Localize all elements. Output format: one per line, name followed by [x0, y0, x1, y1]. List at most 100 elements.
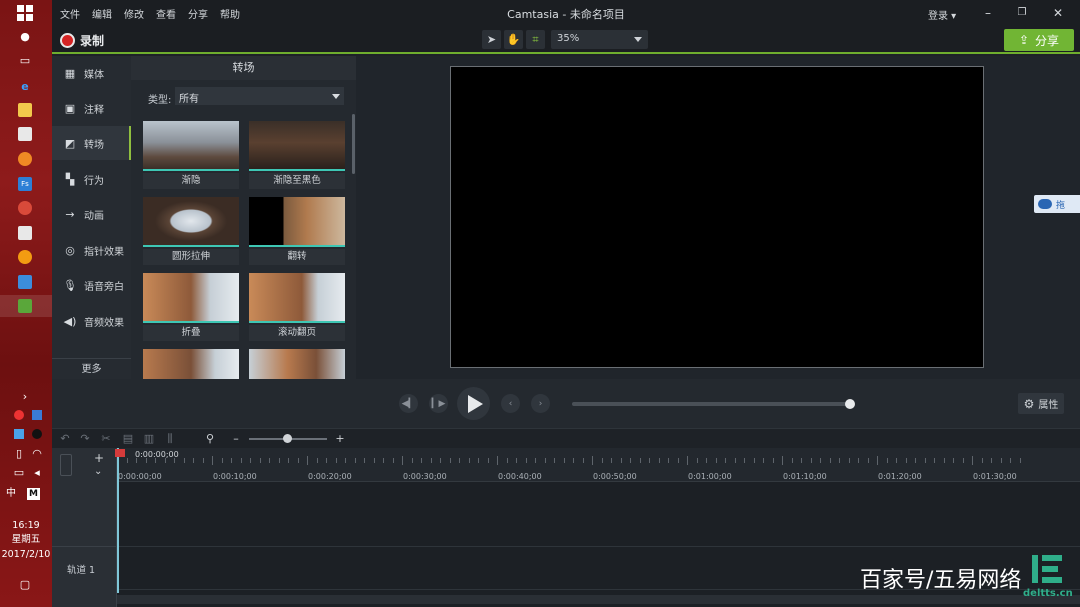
preview-canvas[interactable] [450, 66, 984, 368]
more-button[interactable]: 更多 [52, 358, 131, 379]
clock-time[interactable]: 16:19 [0, 519, 52, 532]
ime-indicator[interactable]: 中 [0, 487, 52, 500]
undo-icon[interactable]: ↶ [58, 432, 72, 446]
track-height-slider[interactable] [60, 454, 72, 476]
zoom-select[interactable]: 35% [551, 30, 648, 49]
transition-flip[interactable]: 翻转 [249, 197, 345, 267]
split-icon[interactable]: ⫼ [163, 432, 177, 446]
transition-item-partial[interactable] [143, 349, 239, 379]
transition-page-roll[interactable]: 滚动翻页 [249, 273, 345, 343]
task-view-icon[interactable]: ▭ [16, 52, 34, 68]
fs-app-icon[interactable]: Fs [16, 176, 34, 192]
usb-icon[interactable]: ▯ [10, 445, 28, 461]
type-select[interactable]: 所有 [175, 87, 344, 105]
tab-cursor-effects[interactable]: ◎ 指针效果 [52, 233, 131, 267]
track-1-header[interactable]: 轨道 1 [52, 546, 117, 590]
paste-icon[interactable]: ▥ [142, 432, 156, 446]
tab-media[interactable]: ▦ 媒体 [52, 56, 131, 90]
edge-browser-icon[interactable]: e [16, 78, 34, 94]
store-icon[interactable] [16, 126, 34, 142]
pointer-tool-icon[interactable]: ➤ [482, 30, 501, 49]
copy-icon[interactable]: ▤ [121, 432, 135, 446]
ruler-tick [896, 458, 897, 463]
menu-help[interactable]: 帮助 [220, 6, 240, 21]
pinwheel-app-icon[interactable] [16, 225, 34, 241]
bird-app-icon[interactable] [16, 200, 34, 216]
hand-tool-icon[interactable]: ✋ [504, 30, 523, 49]
menu-edit[interactable]: 编辑 [92, 6, 112, 21]
menu-share[interactable]: 分享 [188, 6, 208, 21]
transition-fade[interactable]: 渐隐 [143, 121, 239, 191]
panel-scrollbar[interactable] [352, 114, 355, 174]
tab-audio-effects[interactable]: ◀) 音频效果 [52, 304, 131, 338]
menu-view[interactable]: 查看 [156, 6, 176, 21]
tab-animations[interactable]: → 动画 [52, 197, 131, 231]
crop-tool-icon[interactable]: ⌗ [526, 30, 545, 49]
redo-icon[interactable]: ↷ [78, 432, 92, 446]
chevron-up-icon[interactable]: › [16, 388, 34, 404]
properties-button[interactable]: ⚙ 属性 [1018, 393, 1064, 414]
camtasia-window: 文件 编辑 修改 查看 分享 帮助 Camtasia - 未命名项目 登录 ▾ … [52, 0, 1080, 607]
wifi-icon[interactable]: ◠ [28, 445, 46, 461]
next-marker-icon[interactable]: › [531, 394, 550, 413]
cut-icon[interactable]: ✂ [99, 432, 113, 446]
windows-start-icon[interactable] [17, 5, 33, 21]
playhead-marker[interactable] [115, 449, 125, 457]
zoom-in-icon[interactable]: + [333, 432, 347, 446]
baidu-app-icon[interactable] [16, 274, 34, 290]
tab-annotations[interactable]: ▣ 注释 [52, 91, 131, 125]
login-button[interactable]: 登录 ▾ [928, 7, 956, 22]
browser-orange-icon[interactable] [16, 151, 34, 167]
tab-voice-narration[interactable]: 🎙 语音旁白 [52, 268, 131, 302]
step-back-icon[interactable]: ◀▎ [399, 394, 418, 413]
camtasia-taskbar-icon[interactable] [16, 298, 34, 314]
file-explorer-icon[interactable] [16, 102, 34, 118]
action-center-icon[interactable]: ▢ [16, 576, 34, 592]
zoom-out-icon[interactable]: – [229, 432, 243, 446]
ruler-tick [126, 458, 128, 463]
transition-item-partial[interactable] [249, 349, 345, 379]
firefox-icon[interactable] [16, 249, 34, 265]
ruler-tick [554, 458, 555, 463]
share-button[interactable]: ⇪ 分享 [1004, 29, 1074, 51]
minimize-icon[interactable]: – [976, 4, 1000, 22]
chevron-down-icon[interactable]: ⌄ [94, 466, 102, 477]
tray-qq-icon[interactable] [28, 426, 46, 442]
ruler-tick [696, 458, 698, 463]
timeline-toolbar: ↶ ↷ ✂ ▤ ▥ ⫼ ⚲ – + [52, 428, 1080, 448]
add-track-icon[interactable]: + [94, 451, 104, 465]
time-ruler[interactable]: 0:00:00;00 0:00:10;00 0:00:20;00 0:00:30;00… [117, 448, 1080, 482]
ruler-tick [991, 458, 992, 463]
scrub-handle[interactable] [845, 399, 855, 409]
windows-taskbar: ● ▭ e Fs › ▯ ◠ ▭ ◂ 中 M 16:19 星期五 2017/2/… [0, 0, 52, 607]
ruler-tick [658, 458, 660, 463]
timeline-zoom-handle[interactable] [283, 434, 292, 443]
tray-mail-icon[interactable] [28, 407, 46, 423]
tab-transitions[interactable]: ◩ 转场 [52, 126, 131, 160]
play-button[interactable] [457, 387, 490, 420]
volume-icon[interactable]: ◂ [28, 464, 46, 480]
scrub-track[interactable] [572, 402, 850, 406]
tab-behaviors[interactable]: ▚ 行为 [52, 162, 131, 196]
close-icon[interactable]: ✕ [1046, 4, 1070, 22]
transition-fade-to-black[interactable]: 渐隐至黑色 [249, 121, 345, 191]
magnifier-icon[interactable]: ⚲ [203, 432, 217, 446]
tray-weibo-icon[interactable] [10, 407, 28, 423]
tray-cloud-icon[interactable] [10, 426, 28, 442]
transition-fold[interactable]: 折叠 [143, 273, 239, 343]
ruler-tick [421, 458, 422, 463]
battery-icon[interactable]: ▭ [10, 464, 28, 480]
transition-circle-stretch[interactable]: 圆形拉伸 [143, 197, 239, 267]
cortana-icon[interactable]: ● [16, 28, 34, 44]
timeline-scrollbar[interactable] [117, 595, 1080, 604]
watermark-text: 百家号/五易网络 [860, 568, 1022, 593]
menu-modify[interactable]: 修改 [124, 6, 144, 21]
step-forward-icon[interactable]: ▎▶ [429, 394, 448, 413]
playhead[interactable] [117, 448, 119, 593]
prev-marker-icon[interactable]: ‹ [501, 394, 520, 413]
ime-mode-badge[interactable]: M [27, 488, 40, 500]
restore-icon[interactable]: ❐ [1010, 4, 1034, 22]
baidu-side-tab[interactable]: 拖 [1034, 195, 1080, 213]
record-button[interactable]: 录制 [60, 32, 104, 49]
menu-file[interactable]: 文件 [60, 6, 80, 21]
